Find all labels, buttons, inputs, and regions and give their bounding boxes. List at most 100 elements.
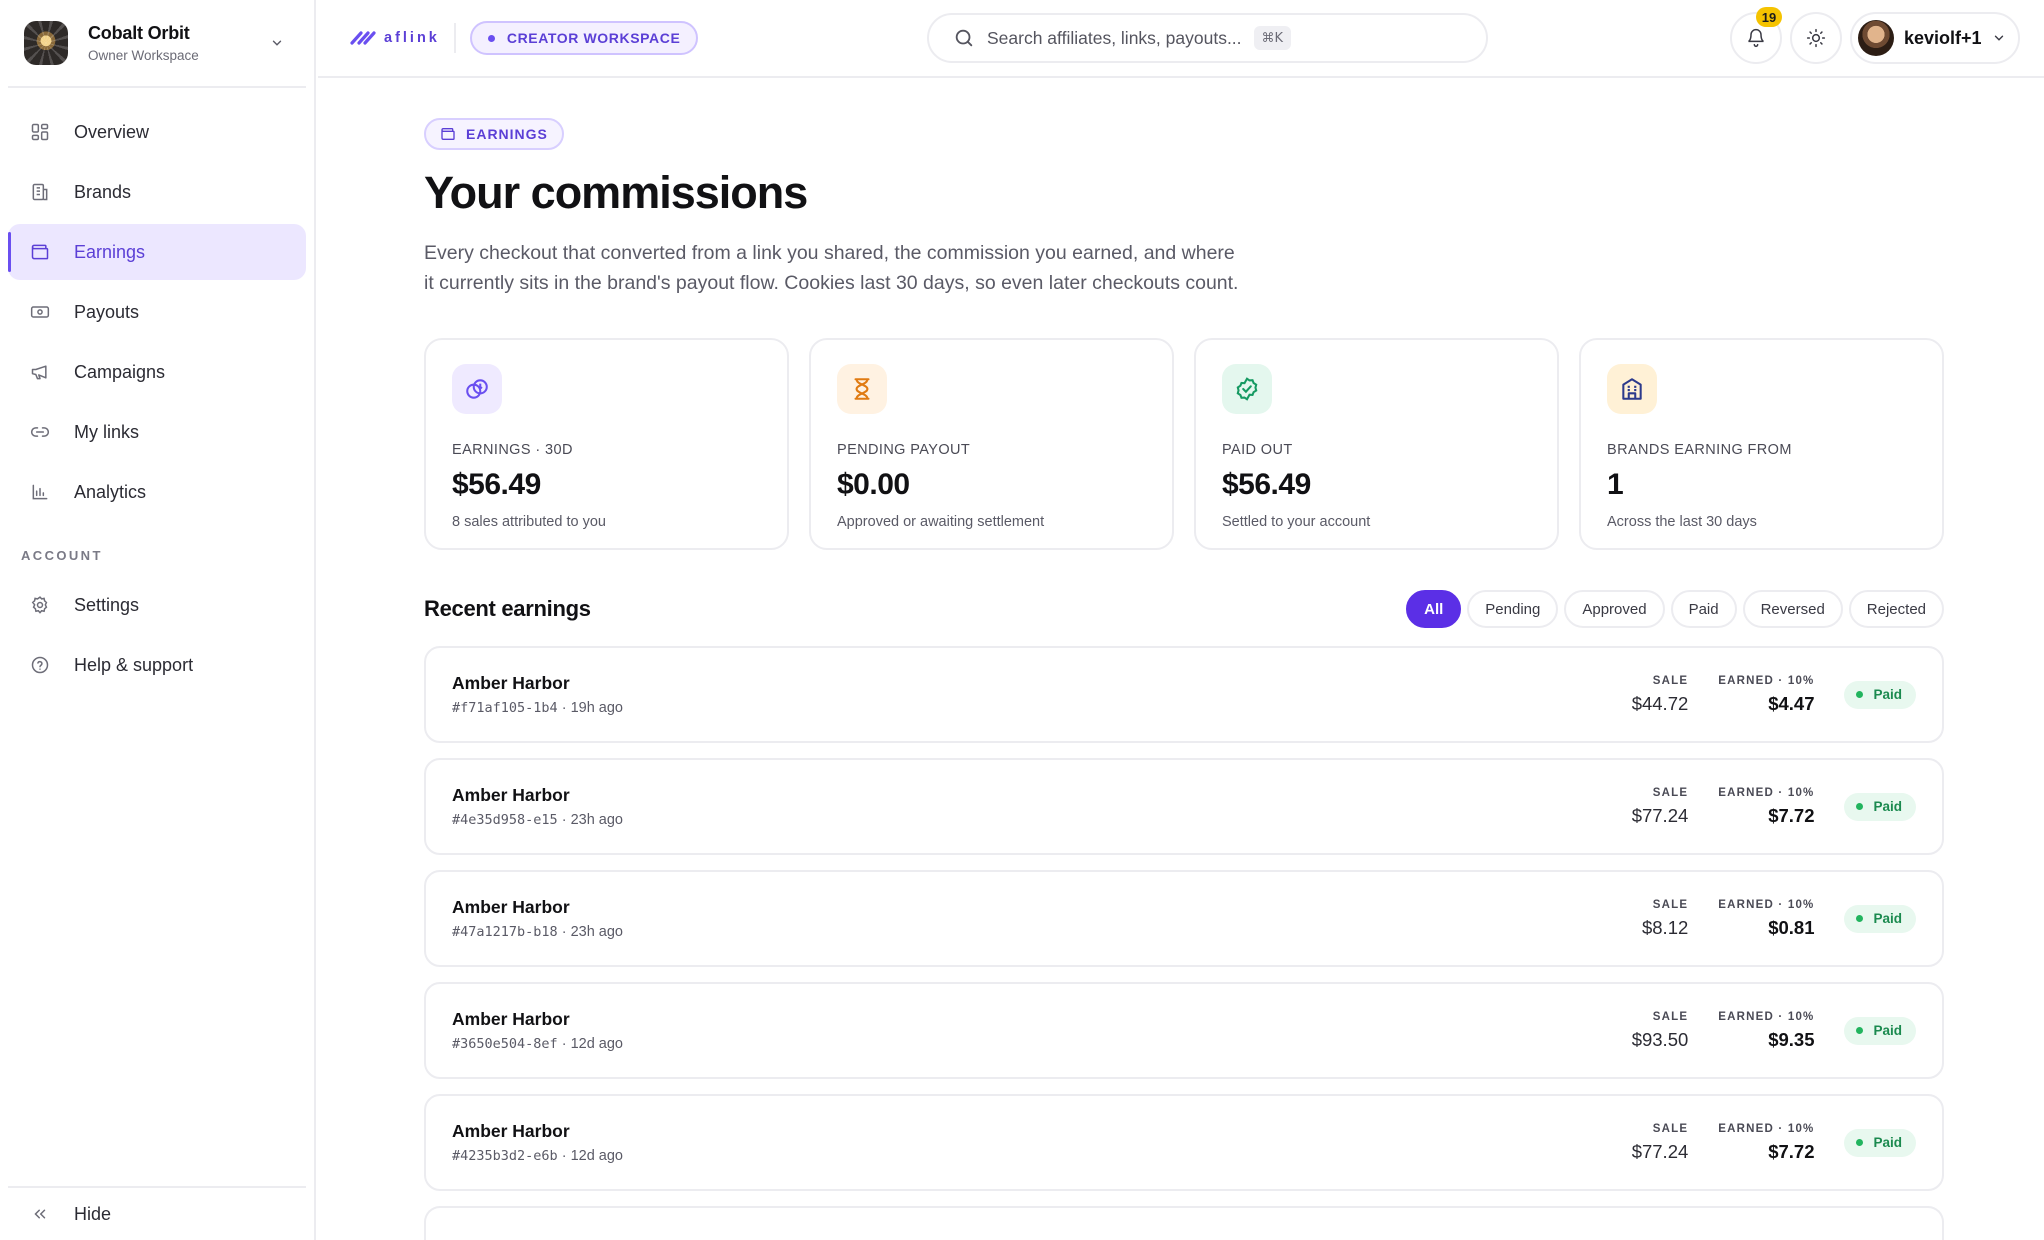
sidebar-item-payouts[interactable]: Payouts	[8, 284, 306, 340]
sale-label: SALE	[1652, 786, 1689, 799]
sidebar-item-help[interactable]: Help & support	[8, 637, 306, 693]
stat-icon-wrap	[1607, 364, 1657, 414]
workspace-text: Cobalt Orbit Owner Workspace	[88, 23, 266, 63]
workspace-avatar	[24, 21, 68, 65]
page-description: Every checkout that converted from a lin…	[424, 242, 1239, 294]
row-brand: Amber Harbor	[452, 1009, 570, 1029]
sale-column: SALE $77.24	[1632, 787, 1689, 827]
earning-row-partial[interactable]	[424, 1206, 1944, 1240]
workspace-pill-label: CREATOR WORKSPACE	[506, 30, 681, 46]
stat-icon-wrap	[837, 364, 887, 414]
earned-column: EARNED · 10% $9.35	[1718, 1011, 1814, 1051]
user-name: keviolf+1	[1904, 27, 1982, 48]
stat-card-brands: BRANDS EARNING FROM 1 Across the last 30…	[1579, 338, 1944, 550]
brand-logo[interactable]: aflink	[348, 27, 440, 49]
sale-amount: $77.24	[1631, 804, 1689, 826]
sidebar-item-overview[interactable]: Overview	[8, 104, 306, 160]
theme-toggle-button[interactable]	[1790, 12, 1842, 64]
sidebar-item-my-links[interactable]: My links	[8, 404, 306, 460]
order-id: #47a1217b-b18	[452, 924, 558, 940]
filter-pending[interactable]: Pending	[1467, 590, 1559, 628]
search-placeholder: Search affiliates, links, payouts...	[987, 27, 1242, 48]
row-info: Amber Harbor #f71af105-1b4 · 19h ago	[452, 673, 1602, 716]
brand-name: aflink	[384, 30, 440, 46]
divider	[453, 23, 456, 53]
stat-value: 1	[1607, 468, 1624, 501]
status-dot	[1856, 915, 1864, 922]
earning-row[interactable]: Amber Harbor #3650e504-8ef · 12d ago SAL…	[424, 982, 1944, 1079]
sidebar-item-label: Settings	[74, 594, 140, 615]
chevrons-left-icon	[28, 1202, 52, 1226]
status-label: Paid	[1873, 1023, 1902, 1038]
user-menu-button[interactable]: keviolf+1	[1850, 12, 2020, 64]
status-badge: Paid	[1844, 792, 1916, 821]
notifications-button[interactable]: 19	[1730, 7, 1782, 64]
filter-reversed[interactable]: Reversed	[1742, 590, 1843, 628]
topbar: aflink CREATOR WORKSPACE Search affiliat…	[318, 0, 2044, 78]
stat-label: BRANDS EARNING FROM	[1607, 442, 1792, 458]
sun-icon	[1806, 28, 1826, 48]
hide-sidebar-button[interactable]: Hide	[8, 1186, 306, 1240]
sidebar-item-label: Help & support	[74, 654, 194, 675]
sidebar-item-brands[interactable]: Brands	[8, 164, 306, 220]
stat-card-paid-out: PAID OUT $56.49 Settled to your account	[1194, 338, 1559, 550]
main-content: EARNINGS Your commissions Every checkout…	[424, 78, 1944, 1240]
row-info: Amber Harbor #3650e504-8ef · 12d ago	[452, 1009, 1602, 1052]
order-id: #4235b3d2-e6b	[452, 1148, 558, 1164]
row-time: 12d ago	[570, 1036, 623, 1052]
notification-count-badge: 19	[1756, 7, 1782, 27]
sale-amount: $77.24	[1631, 1140, 1689, 1162]
search-input[interactable]: Search affiliates, links, payouts... ⌘K	[927, 13, 1488, 63]
avatar	[1858, 20, 1894, 56]
status-filters: All Pending Approved Paid Reversed Rejec…	[1406, 590, 1944, 628]
sidebar-nav: Overview Brands Earnings Payouts Campaig…	[0, 88, 314, 693]
sidebar-item-earnings[interactable]: Earnings	[8, 224, 306, 280]
workspace-pill[interactable]: CREATOR WORKSPACE	[469, 21, 699, 55]
status-badge: Paid	[1844, 904, 1916, 933]
earned-amount: $9.35	[1768, 1028, 1815, 1050]
stat-label: PENDING PAYOUT	[837, 442, 971, 458]
filter-paid[interactable]: Paid	[1670, 590, 1737, 628]
workspace-switcher[interactable]: Cobalt Orbit Owner Workspace	[8, 0, 306, 88]
check-badge-icon	[1236, 377, 1258, 401]
earned-column: EARNED · 10% $7.72	[1718, 1123, 1814, 1163]
gear-icon	[28, 593, 52, 617]
sidebar-item-campaigns[interactable]: Campaigns	[8, 344, 306, 400]
earned-column: EARNED · 10% $7.72	[1718, 787, 1814, 827]
status-dot	[487, 34, 495, 42]
row-info: Amber Harbor #4235b3d2-e6b · 12d ago	[452, 1121, 1602, 1164]
page-title: Your commissions	[424, 167, 808, 218]
row-meta: #f71af105-1b4 · 19h ago	[452, 700, 623, 716]
building-icon	[28, 180, 52, 204]
sidebar-item-label: Payouts	[74, 301, 140, 322]
earning-row[interactable]: Amber Harbor #f71af105-1b4 · 19h ago SAL…	[424, 646, 1944, 743]
sale-amount: $93.50	[1631, 1028, 1689, 1050]
filter-approved[interactable]: Approved	[1564, 590, 1665, 628]
status-label: Paid	[1873, 911, 1902, 926]
stat-subtext: 8 sales attributed to you	[452, 514, 606, 530]
filter-rejected[interactable]: Rejected	[1848, 590, 1944, 628]
earning-row[interactable]: Amber Harbor #4e35d958-e15 · 23h ago SAL…	[424, 758, 1944, 855]
sidebar-item-label: Analytics	[74, 481, 147, 502]
earned-label: EARNED · 10%	[1718, 786, 1815, 799]
sidebar-item-analytics[interactable]: Analytics	[8, 464, 306, 520]
filter-all[interactable]: All	[1406, 590, 1462, 628]
row-meta: #4e35d958-e15 · 23h ago	[452, 812, 623, 828]
search-shortcut: ⌘K	[1253, 26, 1292, 50]
sidebar-item-settings[interactable]: Settings	[8, 577, 306, 633]
earnings-list: Amber Harbor #f71af105-1b4 · 19h ago SAL…	[424, 646, 1944, 1240]
stat-label: EARNINGS · 30D	[452, 442, 573, 458]
earned-label: EARNED · 10%	[1718, 674, 1815, 687]
sidebar-item-label: Campaigns	[74, 361, 166, 382]
earning-row[interactable]: Amber Harbor #4235b3d2-e6b · 12d ago SAL…	[424, 1094, 1944, 1191]
earning-row[interactable]: Amber Harbor #47a1217b-b18 · 23h ago SAL…	[424, 870, 1944, 967]
help-circle-icon	[28, 653, 52, 677]
workspace-role: Owner Workspace	[88, 48, 199, 63]
app: Cobalt Orbit Owner Workspace Overview Br…	[0, 0, 2044, 1240]
stat-value: $56.49	[1222, 468, 1311, 501]
order-id: #4e35d958-e15	[452, 812, 558, 828]
chevron-down-icon	[1994, 35, 2003, 41]
sale-label: SALE	[1652, 898, 1689, 911]
status-dot	[1856, 1139, 1864, 1146]
section-title: Recent earnings	[424, 596, 591, 621]
